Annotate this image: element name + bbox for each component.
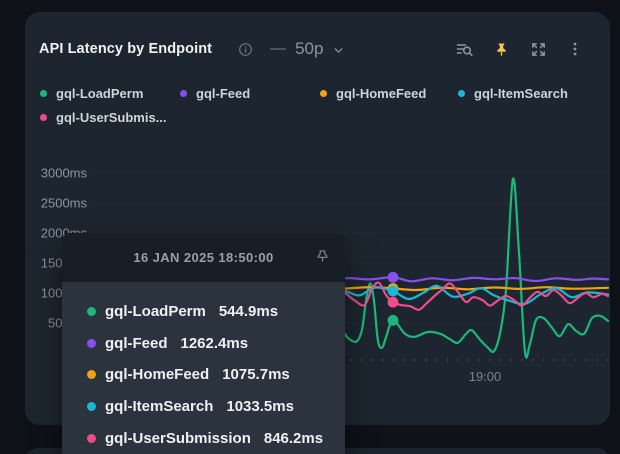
hover-marker-gql-LoadPerm xyxy=(388,315,399,326)
tooltip-series-name: gql-ItemSearch xyxy=(105,398,213,415)
y-axis-tick-label: 2500ms xyxy=(41,196,88,211)
series-color-dot xyxy=(87,370,96,379)
tooltip-row: gql-UserSubmission 846.2ms xyxy=(87,422,345,454)
tooltip-timestamp: 16 JAN 2025 18:50:00 xyxy=(133,250,273,265)
series-color-dot xyxy=(87,402,96,411)
tooltip-row: gql-ItemSearch 1033.5ms xyxy=(87,391,345,423)
tooltip-series-name: gql-Feed xyxy=(105,335,168,352)
hover-marker-gql-Feed xyxy=(388,272,399,283)
tooltip-body: gql-LoadPerm 544.9ms gql-Feed 1262.4ms gql-H… xyxy=(62,282,345,454)
x-axis-tick-label: 19:00 xyxy=(469,369,502,384)
hover-marker-gql-ItemSearch xyxy=(388,286,399,297)
tooltip-series-value: 1262.4ms xyxy=(181,335,249,352)
tooltip-series-value: 846.2ms xyxy=(264,430,323,447)
tooltip-series-value: 544.9ms xyxy=(219,303,278,320)
tooltip-header: 16 JAN 2025 18:50:00 xyxy=(62,233,345,282)
series-color-dot xyxy=(87,434,96,443)
tooltip-row: gql-Feed 1262.4ms xyxy=(87,328,345,360)
y-axis-tick-label: 3000ms xyxy=(41,166,88,181)
tooltip-series-name: gql-UserSubmission xyxy=(105,430,251,447)
series-color-dot xyxy=(87,307,96,316)
chart-tooltip: 16 JAN 2025 18:50:00 gql-LoadPerm 544.9ms… xyxy=(62,233,345,454)
tooltip-series-name: gql-HomeFeed xyxy=(105,366,209,383)
tooltip-pin-icon[interactable] xyxy=(313,247,332,266)
tooltip-row: gql-HomeFeed 1075.7ms xyxy=(87,359,345,391)
series-color-dot xyxy=(87,339,96,348)
hover-marker-gql-UserSubmission xyxy=(388,297,399,308)
tooltip-series-value: 1033.5ms xyxy=(226,398,294,415)
tooltip-series-value: 1075.7ms xyxy=(222,366,290,383)
tooltip-series-name: gql-LoadPerm xyxy=(105,303,206,320)
dashboard-page: API Latency by Endpoint — 50p xyxy=(0,0,620,454)
tooltip-row: gql-LoadPerm 544.9ms xyxy=(87,296,345,328)
